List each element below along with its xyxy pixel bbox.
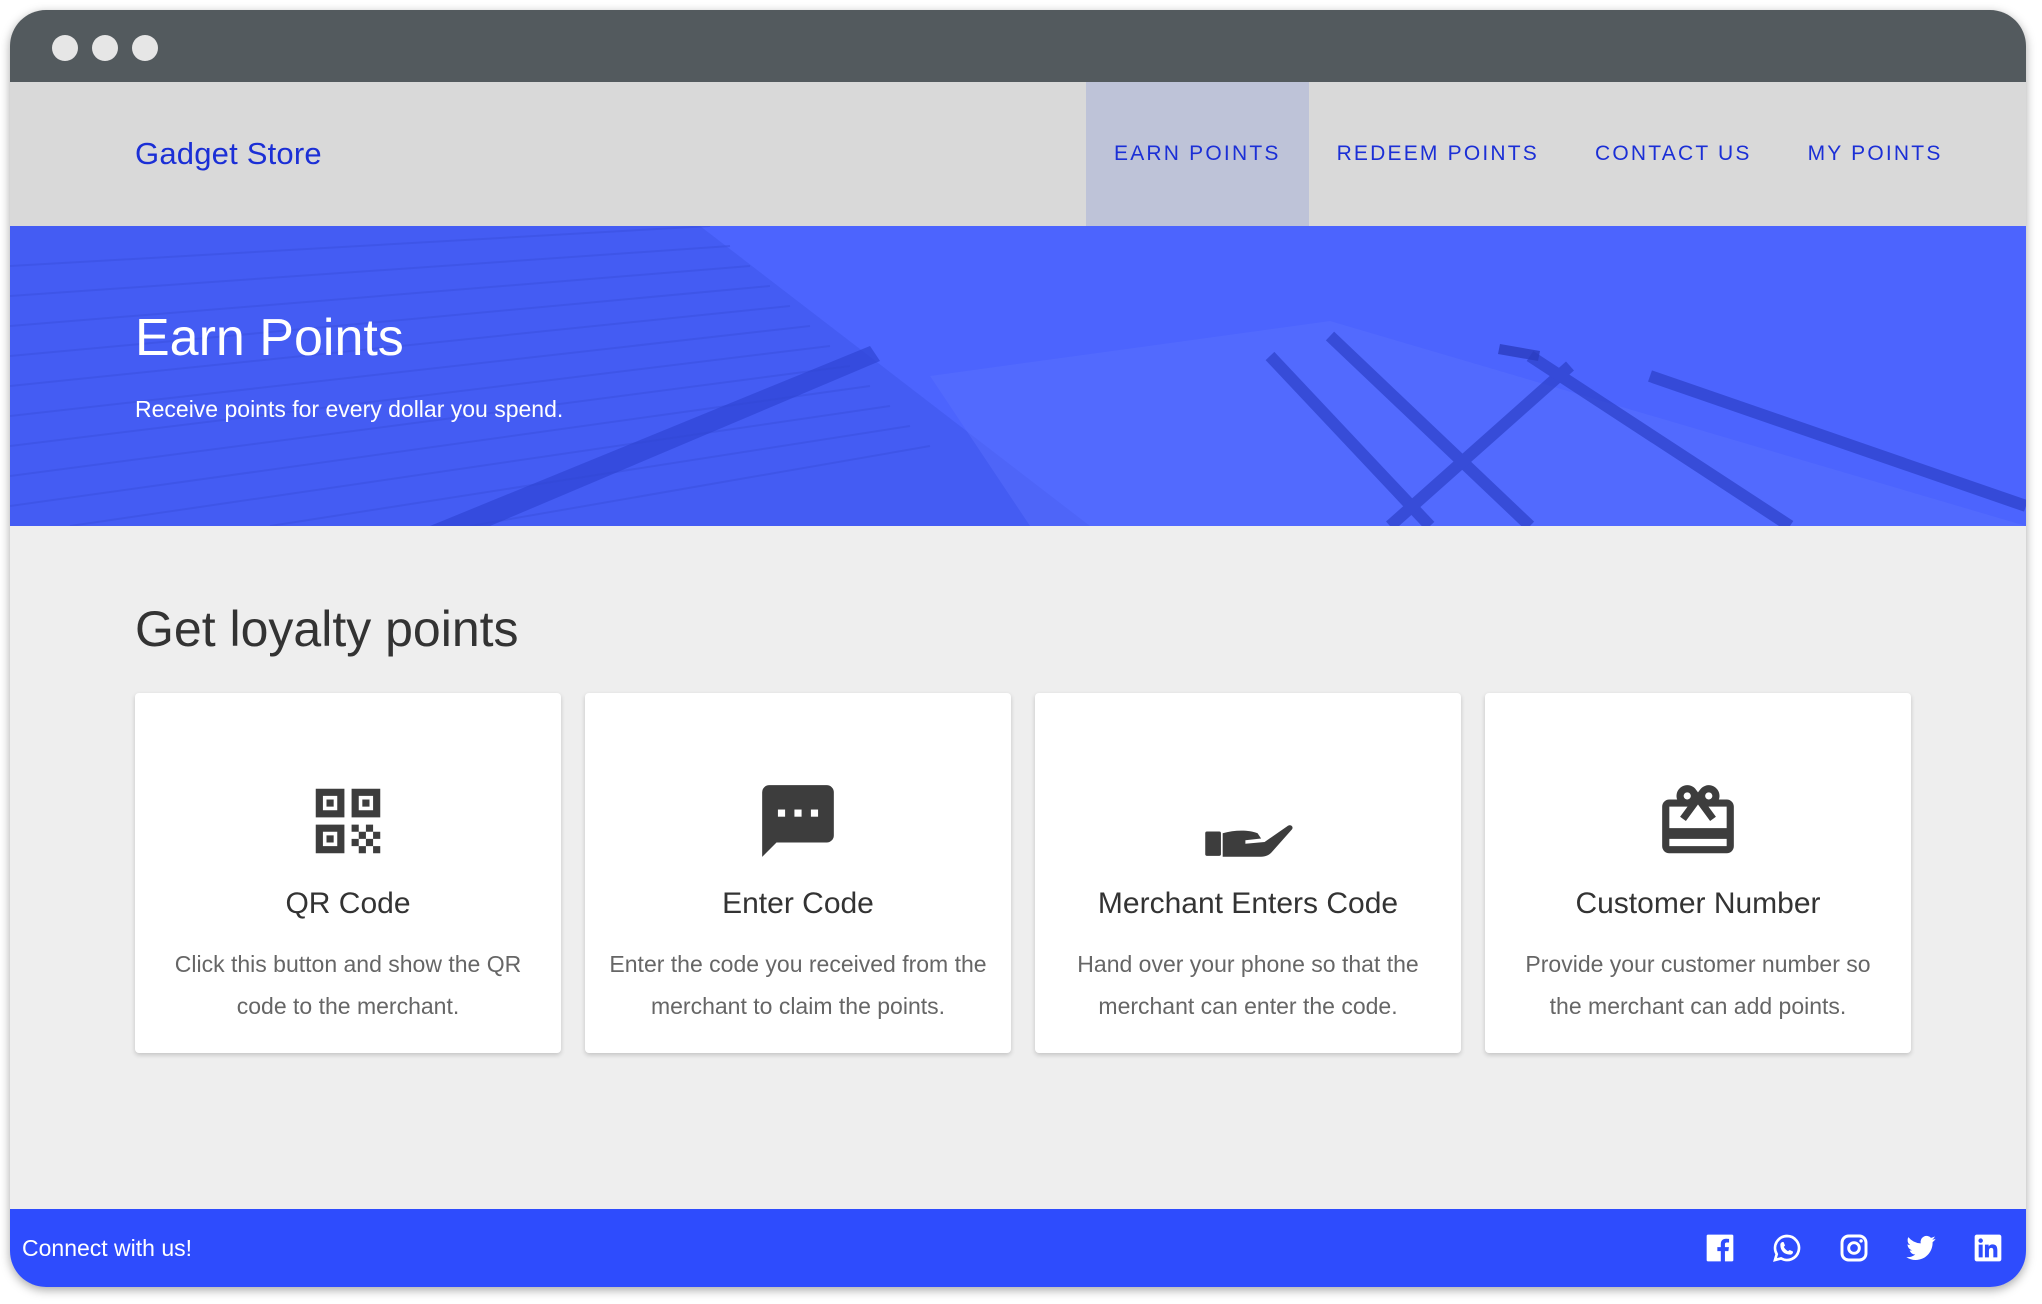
card-description: Provide your customer number so the merc… <box>1525 951 1871 1019</box>
nav-my-points[interactable]: MY POINTS <box>1780 82 1971 226</box>
instagram-icon[interactable] <box>1838 1232 1870 1264</box>
window-dot-icon <box>52 35 78 61</box>
hero-background-image <box>10 226 2026 526</box>
card-description: Enter the code you received from the mer… <box>609 951 987 1019</box>
whatsapp-icon[interactable] <box>1771 1232 1803 1264</box>
card-title: Enter Code <box>722 887 874 920</box>
twitter-icon[interactable] <box>1905 1232 1937 1264</box>
card-title: Customer Number <box>1575 887 1821 920</box>
hero-subtitle: Receive points for every dollar you spen… <box>135 396 564 422</box>
qr-code-card[interactable]: QR Code Click this button and show the Q… <box>135 693 561 1053</box>
social-links <box>1704 1232 2004 1264</box>
loyalty-options: QR Code Click this button and show the Q… <box>135 693 1911 1053</box>
brand-link[interactable]: Gadget Store <box>135 82 322 226</box>
hand-icon <box>1200 773 1296 869</box>
card-title: QR Code <box>285 887 411 920</box>
window-dot-icon <box>92 35 118 61</box>
enter-code-card[interactable]: Enter Code Enter the code you received f… <box>585 693 1011 1053</box>
message-icon <box>750 773 846 869</box>
card-description: Hand over your phone so that the merchan… <box>1077 951 1419 1019</box>
window-dot-icon <box>132 35 158 61</box>
qr-code-icon <box>300 773 396 869</box>
section-title: Get loyalty points <box>135 601 519 657</box>
navbar: Gadget Store EARN POINTS REDEEM POINTS C… <box>10 82 2026 226</box>
card-description: Click this button and show the QR code t… <box>174 951 522 1019</box>
linkedin-icon[interactable] <box>1972 1232 2004 1264</box>
merchant-enters-code-card[interactable]: Merchant Enters Code Hand over your phon… <box>1035 693 1461 1053</box>
footer-text: Connect with us! <box>22 1235 193 1261</box>
nav-contact-us[interactable]: CONTACT US <box>1567 82 1780 226</box>
browser-window: Gadget Store EARN POINTS REDEEM POINTS C… <box>10 10 2026 1287</box>
hero-banner: Earn Points Receive points for every dol… <box>10 226 2026 526</box>
gift-card-icon <box>1650 773 1746 869</box>
nav-earn-points[interactable]: EARN POINTS <box>1086 82 1309 226</box>
window-titlebar <box>10 10 2026 82</box>
card-title: Merchant Enters Code <box>1097 887 1399 920</box>
nav-redeem-points[interactable]: REDEEM POINTS <box>1309 82 1567 226</box>
facebook-icon[interactable] <box>1704 1232 1736 1264</box>
nav-links: EARN POINTS REDEEM POINTS CONTACT US MY … <box>1086 82 1971 226</box>
footer: Connect with us! <box>10 1209 2026 1287</box>
hero-title: Earn Points <box>135 309 404 367</box>
customer-number-card[interactable]: Customer Number Provide your customer nu… <box>1485 693 1911 1053</box>
